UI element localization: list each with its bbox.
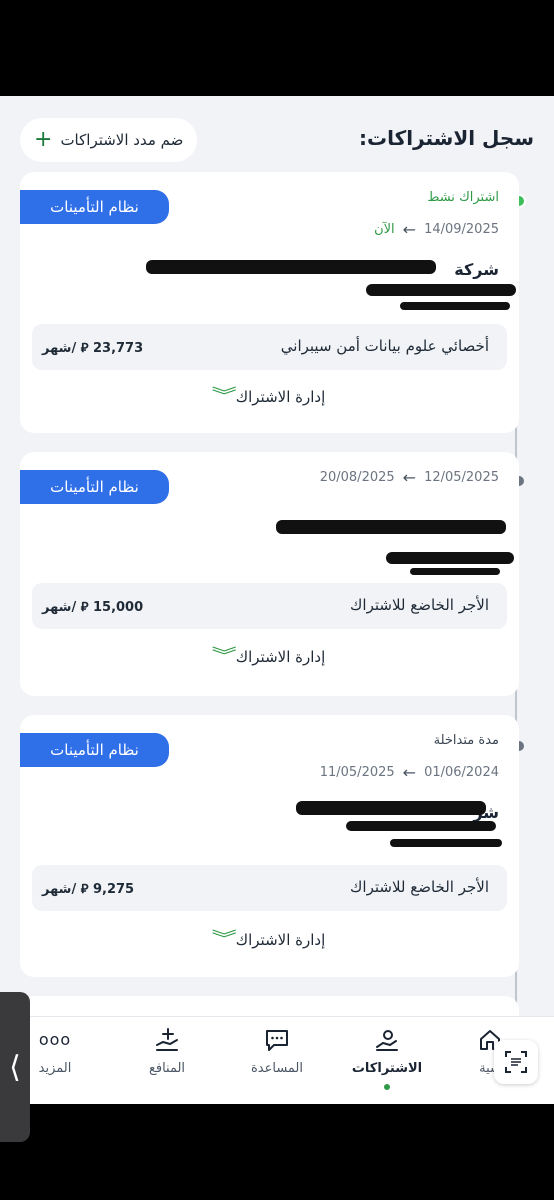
arrow-left-icon: ←: [402, 763, 417, 782]
chevron-double-down-icon: ︾: [211, 386, 236, 407]
redaction-mark: [146, 260, 436, 274]
manage-subscription-label: إدارة الاشتراك: [235, 648, 326, 666]
insurance-system-badge: نظام التأمينات: [20, 470, 169, 504]
nav-label: المنافع: [148, 1061, 186, 1076]
bottom-navigation: سية الاشتراكات المساعدة المنافع ooo المز…: [0, 1016, 554, 1104]
job-title: أخصائي علوم بيانات أمن سيبراني: [280, 337, 489, 355]
company-name: شركة: [454, 260, 499, 279]
subscription-dates: 14/09/2025 ← الآن: [374, 220, 499, 239]
redaction-mark: [276, 520, 506, 534]
redaction-mark: [390, 839, 502, 847]
arrow-left-icon: ←: [402, 220, 417, 239]
monthly-salary: 9,275 ⃁ /شهر: [42, 882, 135, 897]
benefits-icon: [156, 1028, 178, 1051]
redaction-mark: [346, 821, 496, 831]
job-info-row: الأجر الخاضع للاشتراك 9,275 ⃁ /شهر: [32, 865, 507, 911]
manage-subscription-button[interactable]: إدارة الاشتراك ︾: [20, 929, 519, 950]
nav-label: الاشتراكات: [351, 1061, 423, 1076]
nav-item-benefits[interactable]: المنافع: [117, 1027, 217, 1076]
app-screen: سجل الاشتراكات: ضم مدد الاشتراكات + نظام…: [0, 96, 554, 1104]
chat-icon: [266, 1030, 288, 1051]
header: سجل الاشتراكات: ضم مدد الاشتراكات +: [0, 116, 554, 166]
end-date: الآن: [374, 222, 395, 237]
start-date: 12/05/2025: [424, 470, 499, 485]
start-date: 14/09/2025: [424, 222, 499, 237]
scan-text-icon: [505, 1051, 527, 1073]
scan-text-button[interactable]: [494, 1040, 538, 1084]
monthly-salary: 15,000 ⃁ /شهر: [42, 600, 144, 615]
subscription-card: نظام التأمينات 12/05/2025 ← 20/08/2025 ا…: [20, 452, 519, 696]
end-date: 11/05/2025: [319, 765, 395, 780]
job-info-row: أخصائي علوم بيانات أمن سيبراني 23,773 ⃁ …: [32, 324, 507, 370]
subscription-card: نظام التأمينات اشتراك نشط 14/09/2025 ← ا…: [20, 172, 519, 433]
job-title: الأجر الخاضع للاشتراك: [350, 596, 489, 614]
job-info-row: الأجر الخاضع للاشتراك 15,000 ⃁ /شهر: [32, 583, 507, 629]
add-button-label: ضم مدد الاشتراكات: [60, 131, 184, 149]
insurance-system-badge: نظام التأمينات: [20, 190, 169, 224]
chevron-double-down-icon: ︾: [211, 646, 236, 667]
subscription-status: اشتراك نشط: [427, 190, 499, 205]
job-title: الأجر الخاضع للاشتراك: [350, 878, 489, 896]
nav-item-subscriptions[interactable]: الاشتراكات: [337, 1027, 437, 1090]
subscription-card: نظام التأمينات مدة متداخلة 01/06/2024 ← …: [20, 715, 519, 977]
end-date: 20/08/2025: [319, 470, 395, 485]
plus-icon: +: [34, 127, 53, 152]
redaction-mark: [296, 801, 486, 815]
top-black-bar: [0, 0, 554, 96]
side-panel-handle[interactable]: ⟨: [0, 992, 30, 1142]
redaction-mark: [410, 568, 500, 575]
manage-subscription-button[interactable]: إدارة الاشتراك ︾: [20, 386, 519, 407]
redaction-mark: [366, 284, 516, 296]
monthly-salary: 23,773 ⃁ /شهر: [42, 341, 144, 356]
nav-label: المزيد: [38, 1061, 72, 1076]
manage-subscription-label: إدارة الاشتراك: [235, 388, 326, 406]
manage-subscription-button[interactable]: إدارة الاشتراك ︾: [20, 646, 519, 667]
active-indicator: [384, 1084, 390, 1090]
insurance-system-badge: نظام التأمينات: [20, 733, 169, 767]
subscription-dates: 01/06/2024 ← 11/05/2025: [320, 763, 499, 782]
subscription-status: مدة متداخلة: [433, 733, 499, 748]
nav-item-help[interactable]: المساعدة: [227, 1027, 327, 1076]
chevron-double-down-icon: ︾: [211, 929, 236, 950]
subscriptions-icon: [376, 1030, 398, 1051]
manage-subscription-label: إدارة الاشتراك: [235, 931, 326, 949]
redaction-mark: [400, 302, 510, 310]
chevron-left-icon: ⟨: [9, 1049, 21, 1085]
page-title: سجل الاشتراكات:: [358, 126, 534, 150]
start-date: 01/06/2024: [424, 765, 499, 780]
bottom-black-bar: [0, 1104, 554, 1200]
arrow-left-icon: ←: [402, 468, 417, 487]
nav-label: المساعدة: [250, 1061, 304, 1076]
subscription-dates: 12/05/2025 ← 20/08/2025: [320, 468, 499, 487]
redaction-mark: [386, 552, 514, 564]
add-subscription-periods-button[interactable]: ضم مدد الاشتراكات +: [20, 118, 198, 162]
